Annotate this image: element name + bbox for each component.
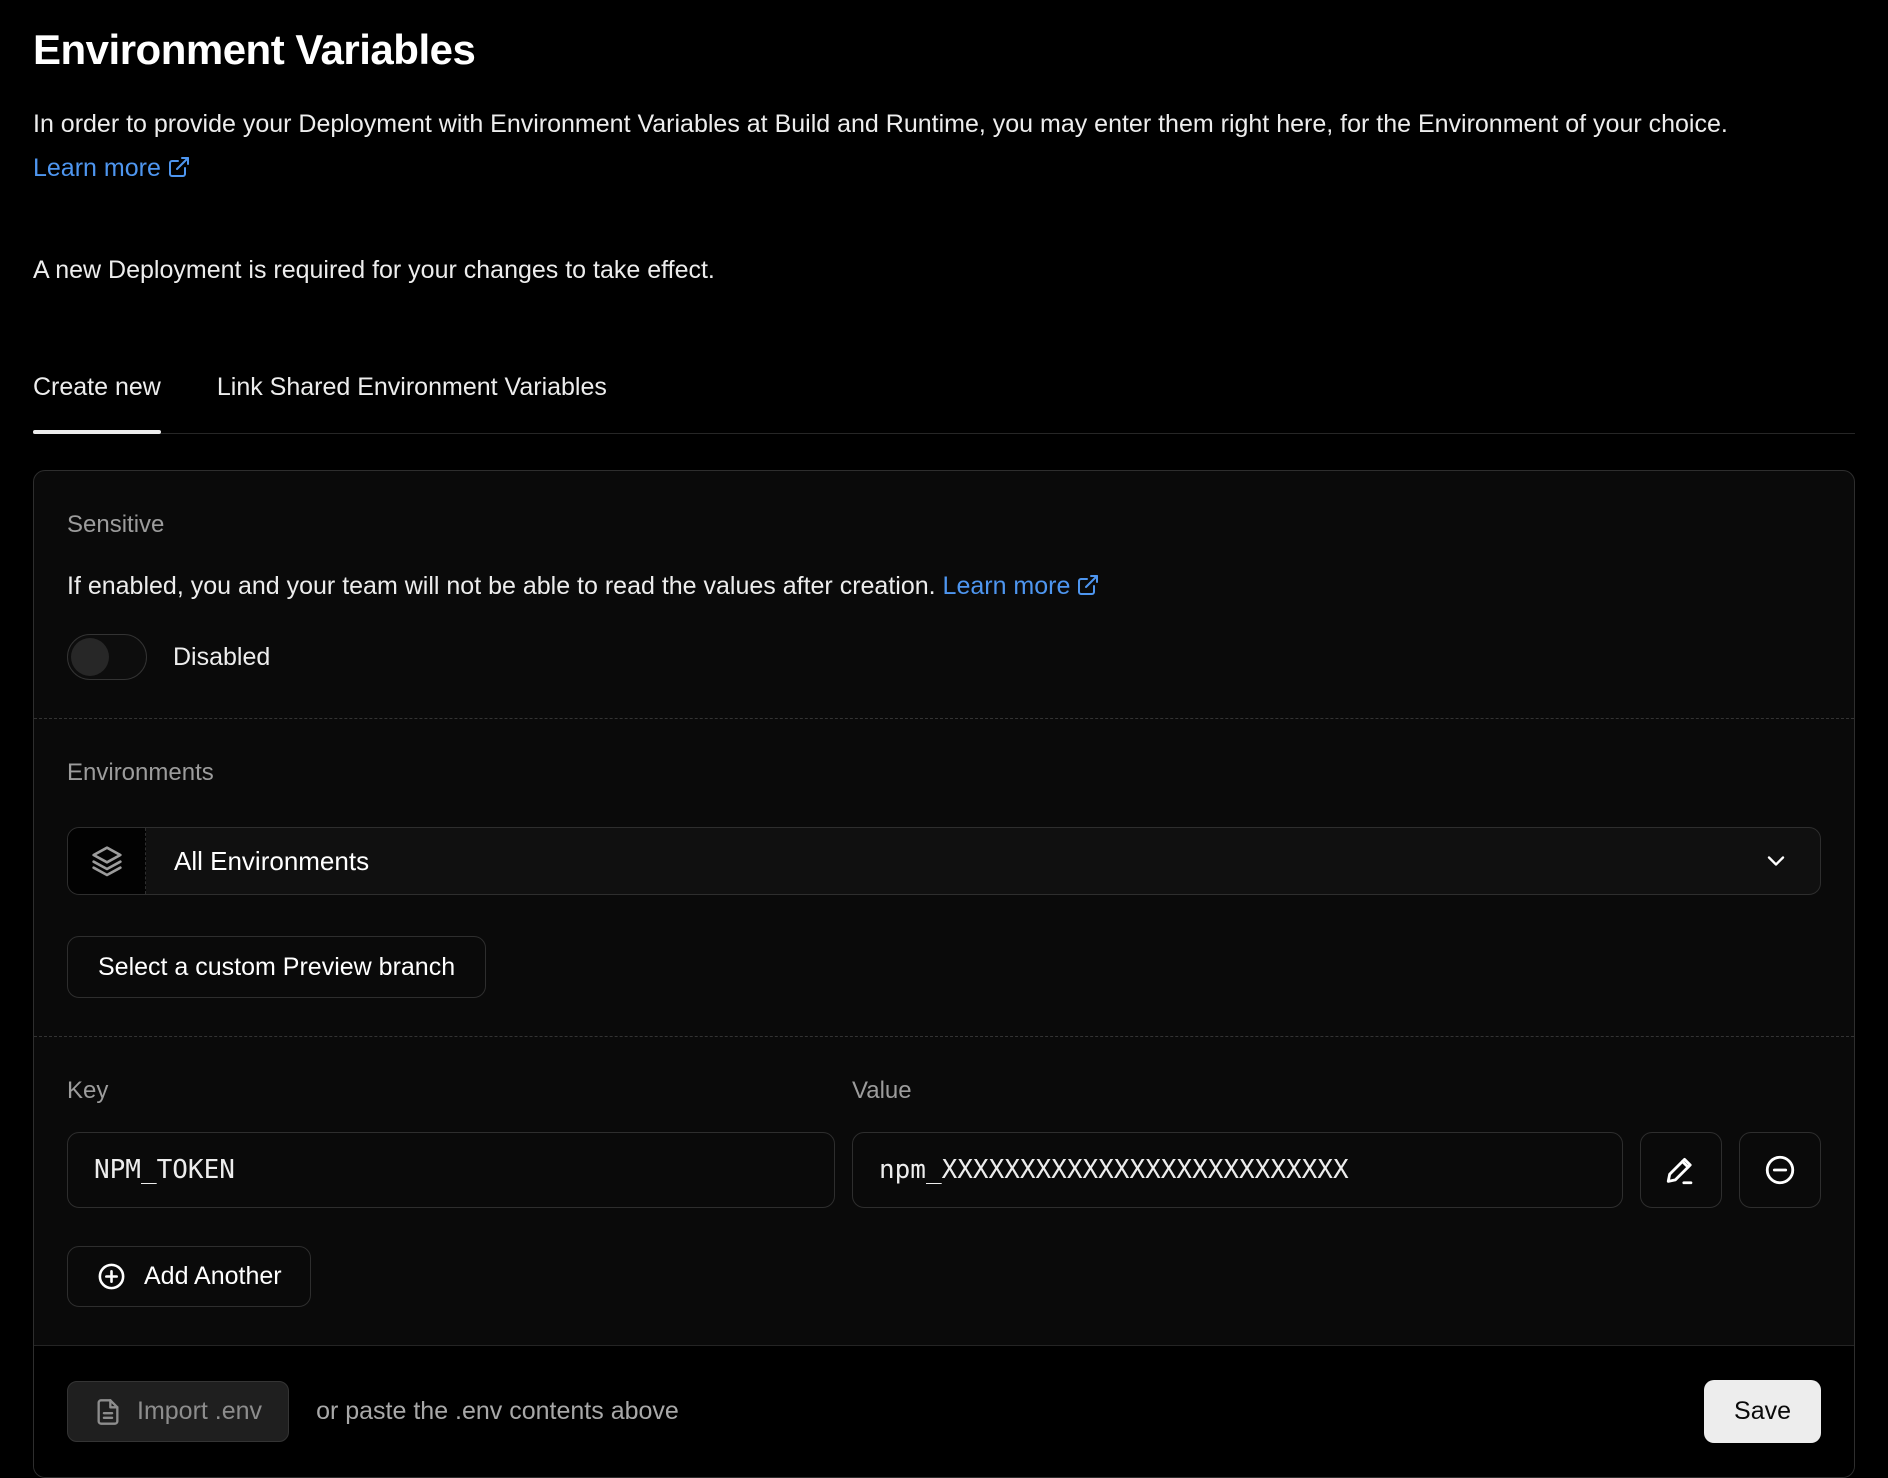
sensitive-label: Sensitive — [67, 511, 1821, 539]
key-input[interactable] — [67, 1132, 835, 1208]
environments-select-iconbox — [68, 828, 146, 894]
sensitive-section: Sensitive If enabled, you and your team … — [34, 471, 1854, 718]
page-description-text: In order to provide your Deployment with… — [33, 110, 1728, 138]
select-preview-branch-button[interactable]: Select a custom Preview branch — [67, 936, 486, 998]
value-label: Value — [852, 1077, 1821, 1105]
sensitive-toggle-state: Disabled — [173, 643, 270, 672]
save-button[interactable]: Save — [1704, 1380, 1821, 1443]
chevron-down-icon — [1762, 847, 1790, 875]
external-link-icon — [1076, 573, 1100, 597]
create-env-var-card: Sensitive If enabled, you and your team … — [33, 470, 1855, 1478]
sensitive-learn-more-label: Learn more — [943, 572, 1071, 600]
environment-variables-page: Environment Variables In order to provid… — [0, 0, 1888, 1478]
value-input[interactable] — [852, 1132, 1623, 1208]
layers-icon — [91, 845, 123, 877]
tab-create-new[interactable]: Create new — [33, 373, 161, 433]
edit-pencil-icon — [1664, 1153, 1698, 1187]
card-footer: Import .env or paste the .env contents a… — [34, 1345, 1854, 1477]
tab-link-shared-env-vars[interactable]: Link Shared Environment Variables — [217, 373, 607, 433]
environments-selected-value: All Environments — [174, 846, 369, 877]
environments-label: Environments — [67, 759, 1821, 787]
page-description: In order to provide your Deployment with… — [33, 102, 1823, 190]
page-title: Environment Variables — [33, 26, 1855, 74]
sensitive-toggle[interactable] — [67, 634, 147, 680]
toggle-knob — [71, 638, 109, 676]
key-value-grid: Key Value — [67, 1077, 1821, 1208]
deployment-note: A new Deployment is required for your ch… — [33, 256, 1855, 285]
tab-bar: Create new Link Shared Environment Varia… — [33, 373, 1855, 434]
learn-more-label: Learn more — [33, 154, 161, 182]
learn-more-link[interactable]: Learn more — [33, 154, 191, 182]
import-env-label: Import .env — [137, 1397, 262, 1426]
environments-select[interactable]: All Environments — [67, 827, 1821, 895]
plus-circle-icon — [96, 1261, 127, 1292]
add-another-button[interactable]: Add Another — [67, 1246, 311, 1307]
sensitive-learn-more-link[interactable]: Learn more — [943, 572, 1101, 600]
import-env-button[interactable]: Import .env — [67, 1381, 289, 1442]
minus-circle-icon — [1763, 1153, 1797, 1187]
sensitive-toggle-row: Disabled — [67, 634, 1821, 680]
key-label: Key — [67, 1077, 835, 1105]
file-text-icon — [94, 1398, 122, 1426]
edit-value-button[interactable] — [1640, 1132, 1722, 1208]
paste-hint-text: or paste the .env contents above — [316, 1397, 679, 1426]
key-value-section: Key Value Add Another — [34, 1036, 1854, 1345]
remove-row-button[interactable] — [1739, 1132, 1821, 1208]
environments-section: Environments All Environments Select a c… — [34, 718, 1854, 1036]
sensitive-description-text: If enabled, you and your team will not b… — [67, 572, 936, 600]
sensitive-description: If enabled, you and your team will not b… — [67, 572, 1821, 601]
add-another-label: Add Another — [144, 1262, 282, 1291]
external-link-icon — [167, 155, 191, 179]
